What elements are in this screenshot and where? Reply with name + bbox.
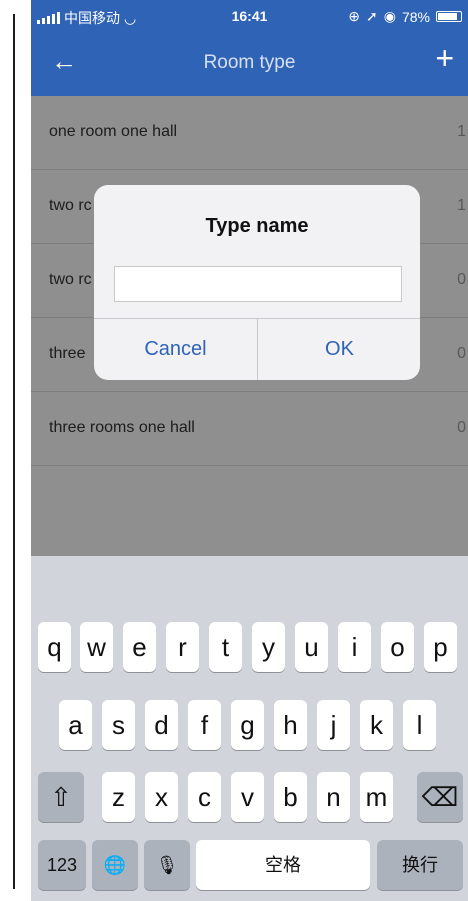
key-k[interactable]: k — [360, 700, 393, 750]
phone-screen: 中国移动 ◡ 16:41 ⊕ ➚ ◉ 78% ← Room type + one… — [31, 0, 468, 901]
key-e[interactable]: e — [123, 622, 156, 672]
space-key[interactable]: 空格 — [196, 840, 370, 890]
key-j[interactable]: j — [317, 700, 350, 750]
shift-key[interactable]: ⇧ — [38, 772, 84, 822]
status-right: ⊕ ➚ ◉ 78% — [348, 8, 462, 25]
key-r[interactable]: r — [166, 622, 199, 672]
key-l[interactable]: l — [403, 700, 436, 750]
ok-button[interactable]: OK — [258, 318, 420, 380]
key-d[interactable]: d — [145, 700, 178, 750]
location-icon: ➚ — [366, 8, 378, 24]
key-i[interactable]: i — [338, 622, 371, 672]
page-margin — [0, 0, 30, 901]
key-n[interactable]: n — [317, 772, 350, 822]
key-t[interactable]: t — [209, 622, 242, 672]
key-u[interactable]: u — [295, 622, 328, 672]
globe-icon[interactable]: 🌐 — [92, 840, 138, 890]
key-p[interactable]: p — [424, 622, 457, 672]
microphone-icon[interactable]: 🎙 — [144, 840, 190, 890]
keyboard: q w e r t y u i o p a s d f g h j k l ⇧ … — [31, 556, 468, 901]
cancel-button[interactable]: Cancel — [94, 318, 257, 380]
key-c[interactable]: c — [188, 772, 221, 822]
dialog-title: Type name — [205, 215, 309, 237]
key-v[interactable]: v — [231, 772, 264, 822]
key-m[interactable]: m — [360, 772, 393, 822]
page-title: Room type — [203, 52, 296, 73]
orientation-lock-icon: ⊕ — [348, 8, 361, 24]
key-s[interactable]: s — [102, 700, 135, 750]
navigation-bar: ← Room type + — [31, 32, 468, 96]
key-z[interactable]: z — [102, 772, 135, 822]
delete-key[interactable]: ⌫ — [417, 772, 463, 822]
key-q[interactable]: q — [38, 622, 71, 672]
add-icon[interactable]: + — [435, 42, 454, 74]
key-y[interactable]: y — [252, 622, 285, 672]
type-name-input[interactable] — [114, 266, 402, 302]
key-g[interactable]: g — [231, 700, 264, 750]
type-name-dialog: Type name Cancel OK — [94, 185, 420, 380]
key-h[interactable]: h — [274, 700, 307, 750]
key-f[interactable]: f — [188, 700, 221, 750]
border-line — [13, 14, 15, 889]
key-a[interactable]: a — [59, 700, 92, 750]
battery-icon — [436, 11, 462, 22]
alarm-icon: ◉ — [383, 8, 396, 24]
top-bar: 中国移动 ◡ 16:41 ⊕ ➚ ◉ 78% ← Room type + — [31, 0, 468, 96]
return-key[interactable]: 换行 — [377, 840, 463, 890]
screenshot-frame: 中国移动 ◡ 16:41 ⊕ ➚ ◉ 78% ← Room type + one… — [0, 0, 468, 901]
status-bar: 中国移动 ◡ 16:41 ⊕ ➚ ◉ 78% — [31, 0, 468, 32]
key-b[interactable]: b — [274, 772, 307, 822]
battery-percent: 78% — [401, 8, 430, 25]
numbers-key[interactable]: 123 — [38, 840, 86, 890]
key-w[interactable]: w — [80, 622, 113, 672]
key-o[interactable]: o — [381, 622, 414, 672]
key-x[interactable]: x — [145, 772, 178, 822]
